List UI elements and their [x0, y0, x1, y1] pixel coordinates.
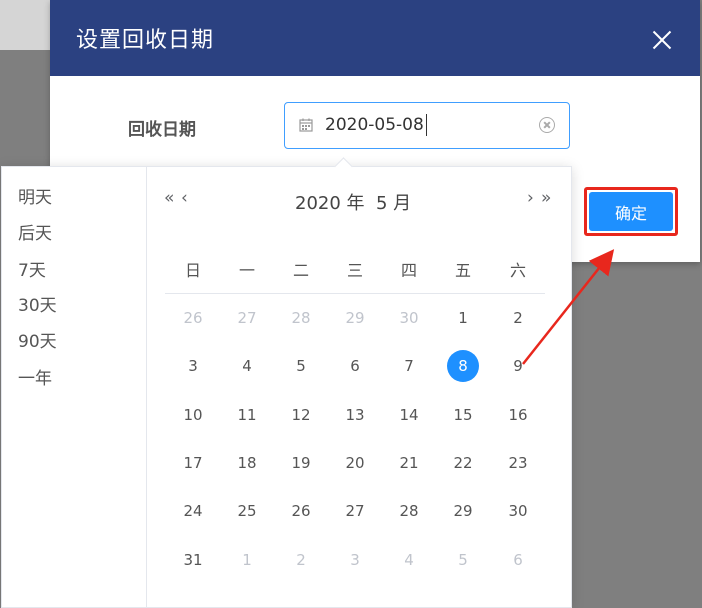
day-cell[interactable]: 25: [229, 493, 265, 529]
day-cell[interactable]: 13: [337, 397, 373, 433]
weekday-label: 二: [292, 261, 309, 280]
day-cell[interactable]: 2: [283, 542, 319, 578]
day-cell[interactable]: 29: [337, 300, 373, 336]
clear-icon[interactable]: [539, 117, 555, 133]
selected-day-cell[interactable]: 8: [447, 350, 479, 382]
day-cell[interactable]: 23: [500, 445, 536, 481]
day-cell[interactable]: 26: [175, 300, 211, 336]
calendar-month-title: 2020 年 5 月: [295, 193, 412, 214]
day-cell[interactable]: 14: [391, 397, 427, 433]
day-cell[interactable]: 20: [337, 445, 373, 481]
day-cell[interactable]: 26: [283, 493, 319, 529]
shortcut-tomorrow[interactable]: 明天: [18, 183, 52, 208]
shortcut-day-after-tomorrow[interactable]: 后天: [18, 219, 52, 244]
next-month-icon[interactable]: ›: [527, 188, 534, 208]
day-cell[interactable]: 21: [391, 445, 427, 481]
shortcut-sidebar: 明天 后天 7天 30天 90天 一年: [2, 167, 147, 607]
next-year-icon[interactable]: »: [541, 188, 551, 208]
recycle-date-input[interactable]: 2020-05-08: [284, 102, 570, 149]
day-cell[interactable]: 6: [500, 542, 536, 578]
day-cell[interactable]: 17: [175, 445, 211, 481]
weekday-label: 五: [454, 261, 471, 280]
prev-year-icon[interactable]: «: [164, 188, 174, 208]
recycle-date-label: 回收日期: [128, 120, 196, 140]
weekday-label: 六: [509, 261, 526, 280]
shortcut-30-days[interactable]: 30天: [18, 291, 57, 316]
day-cell[interactable]: 3: [175, 348, 211, 384]
day-cell[interactable]: 31: [175, 542, 211, 578]
background-panel: [0, 0, 50, 50]
day-cell[interactable]: 24: [175, 493, 211, 529]
date-picker-popup: 明天 后天 7天 30天 90天 一年 « ‹ 2020 年 5 月 › » 日…: [1, 157, 572, 608]
day-cell[interactable]: 30: [391, 300, 427, 336]
day-cell[interactable]: 28: [283, 300, 319, 336]
day-cell[interactable]: 5: [445, 542, 481, 578]
day-cell[interactable]: 3: [337, 542, 373, 578]
shortcut-one-year[interactable]: 一年: [18, 364, 52, 389]
close-icon[interactable]: [650, 28, 674, 52]
confirm-button[interactable]: 确定: [589, 192, 673, 231]
shortcut-7-days[interactable]: 7天: [18, 256, 46, 281]
day-cell[interactable]: 4: [229, 348, 265, 384]
weekday-label: 一: [238, 261, 255, 280]
day-cell[interactable]: 11: [229, 397, 265, 433]
weekday-label: 日: [184, 261, 201, 280]
day-cell[interactable]: 27: [229, 300, 265, 336]
text-cursor: [426, 114, 427, 136]
day-cell[interactable]: 6: [337, 348, 373, 384]
weekday-label: 三: [346, 261, 363, 280]
day-cell[interactable]: 19: [283, 445, 319, 481]
prev-month-icon[interactable]: ‹: [181, 188, 188, 208]
shortcut-90-days[interactable]: 90天: [18, 327, 57, 352]
day-cell[interactable]: 7: [391, 348, 427, 384]
day-cell[interactable]: 16: [500, 397, 536, 433]
day-cell[interactable]: 27: [337, 493, 373, 529]
day-cell[interactable]: 1: [445, 300, 481, 336]
day-cell[interactable]: 15: [445, 397, 481, 433]
calendar-icon: [299, 118, 313, 132]
day-cell[interactable]: 30: [500, 493, 536, 529]
day-cell[interactable]: 2: [500, 300, 536, 336]
dialog-title: 设置回收日期: [76, 28, 215, 53]
day-cell[interactable]: 29: [445, 493, 481, 529]
day-cell[interactable]: 4: [391, 542, 427, 578]
weekday-divider: [165, 293, 545, 294]
day-cell[interactable]: 10: [175, 397, 211, 433]
date-value: 2020-05-08: [325, 115, 424, 135]
day-cell[interactable]: 9: [500, 348, 536, 384]
day-cell[interactable]: 22: [445, 445, 481, 481]
day-cell[interactable]: 5: [283, 348, 319, 384]
weekday-label: 四: [400, 261, 417, 280]
day-cell[interactable]: 18: [229, 445, 265, 481]
day-cell[interactable]: 1: [229, 542, 265, 578]
dialog-header: 设置回收日期: [50, 0, 700, 76]
day-cell[interactable]: 28: [391, 493, 427, 529]
day-cell[interactable]: 12: [283, 397, 319, 433]
